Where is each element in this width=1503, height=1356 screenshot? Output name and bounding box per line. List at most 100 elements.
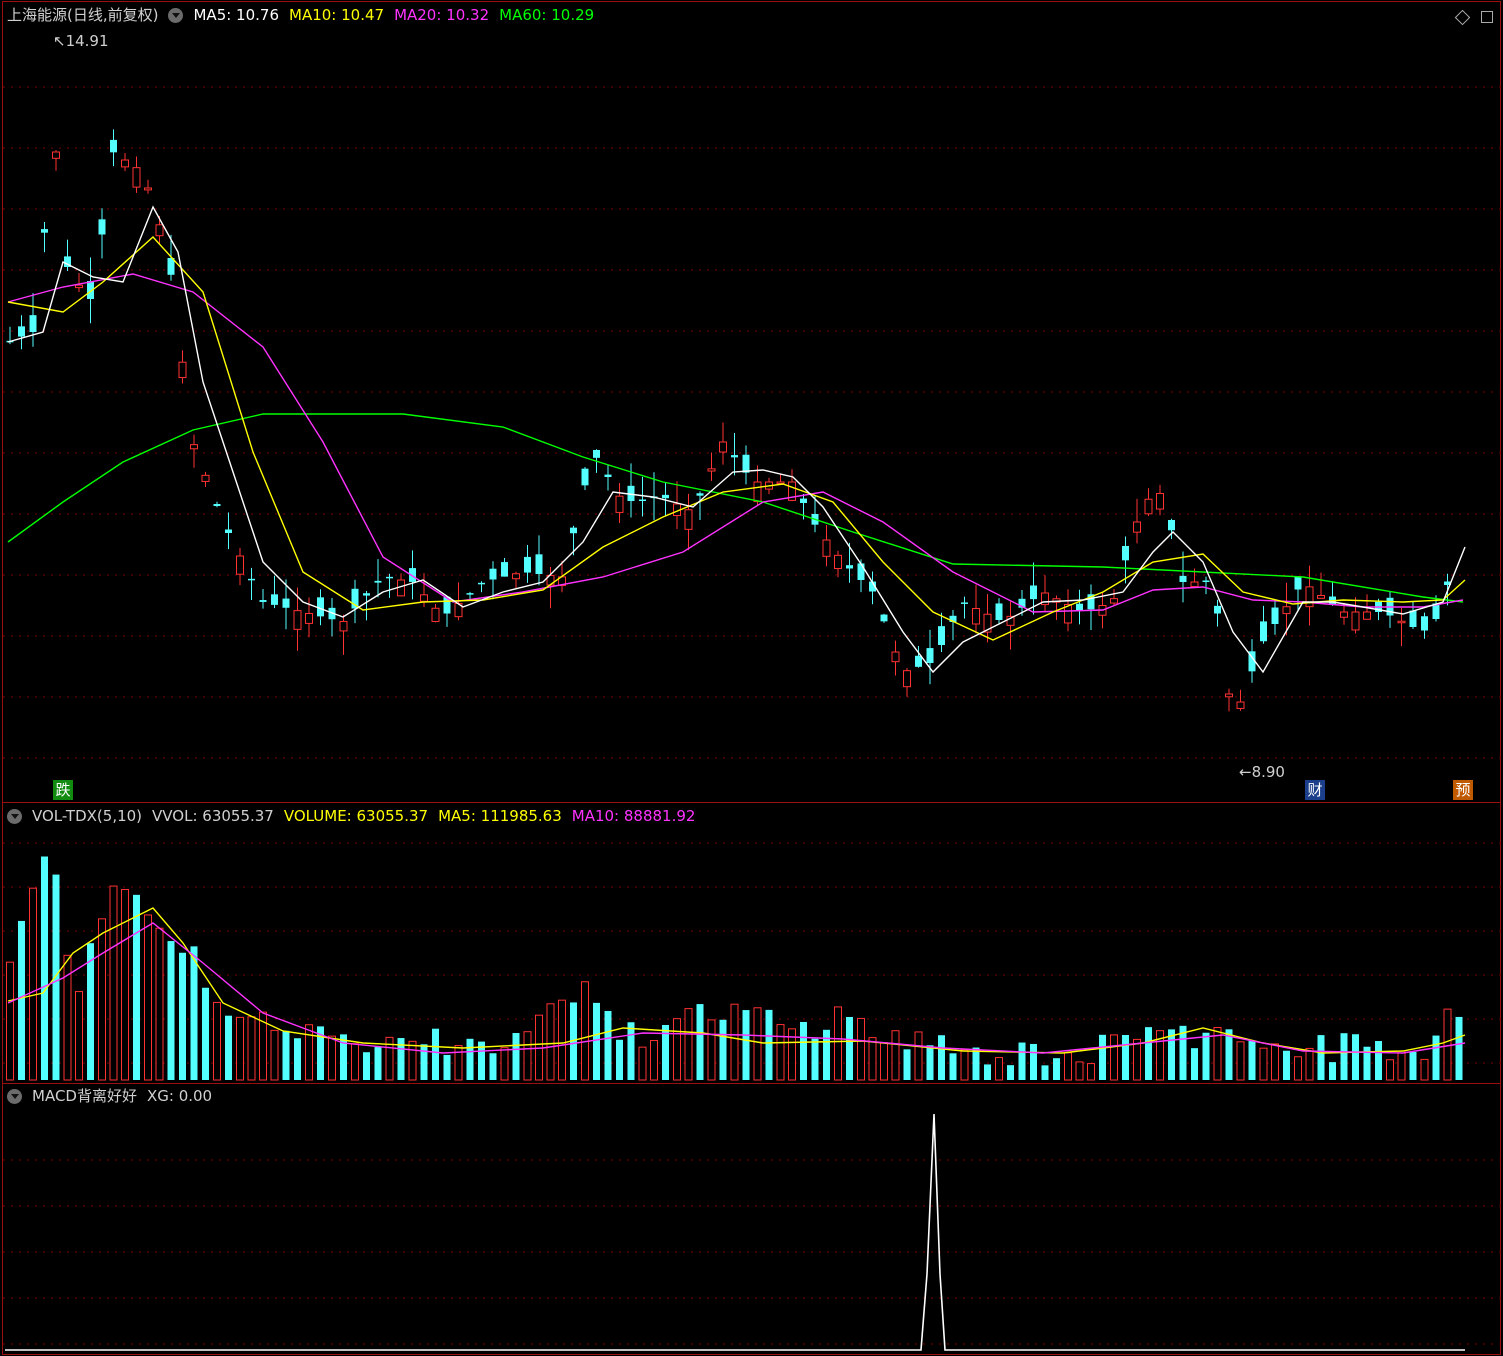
volume-bar bbox=[305, 1024, 313, 1081]
volume-bar bbox=[558, 999, 566, 1081]
indicator-menu-icon[interactable] bbox=[168, 7, 184, 23]
candle-body bbox=[662, 494, 669, 499]
candle-body bbox=[259, 600, 267, 602]
candle-body bbox=[742, 454, 750, 473]
candle-body bbox=[615, 495, 624, 513]
candle-body bbox=[420, 594, 428, 602]
candle-body bbox=[593, 449, 600, 458]
candle-body bbox=[1260, 621, 1267, 642]
volume-bar bbox=[1248, 1040, 1256, 1080]
macd-panel[interactable]: MACD背离好好 XG: 0.00 bbox=[2, 1083, 1502, 1355]
volume-bar bbox=[800, 1021, 807, 1080]
volume-bar bbox=[1145, 1027, 1152, 1080]
candle-body bbox=[363, 593, 370, 596]
candlestick-chart[interactable] bbox=[3, 2, 1502, 802]
volume-menu-icon[interactable] bbox=[7, 808, 22, 824]
maximize-icon[interactable] bbox=[1481, 11, 1493, 23]
candle-body bbox=[155, 224, 164, 237]
volume-bar bbox=[489, 1053, 497, 1080]
candle-body bbox=[1236, 701, 1245, 709]
candle-body bbox=[857, 563, 865, 580]
volume-bar bbox=[1443, 1008, 1452, 1081]
volume-bar bbox=[6, 961, 14, 1081]
candle-body bbox=[696, 493, 704, 496]
volume-bar bbox=[581, 981, 589, 1081]
volume-bar bbox=[1007, 1065, 1014, 1080]
volume-bar bbox=[144, 914, 152, 1081]
candle-body bbox=[684, 509, 693, 530]
volume-bar bbox=[179, 952, 186, 1080]
volume-bar bbox=[834, 1006, 842, 1081]
candle-body bbox=[535, 554, 543, 574]
macd-menu-icon[interactable] bbox=[7, 1088, 22, 1104]
candle-body bbox=[1214, 605, 1221, 614]
forecast-badge[interactable]: 预 bbox=[1453, 780, 1473, 800]
volume-bar bbox=[121, 889, 129, 1081]
volume-bar bbox=[1099, 1034, 1106, 1080]
volume-panel[interactable]: VOL-TDX(5,10) VVOL: 63055.37 VOLUME: 630… bbox=[2, 802, 1502, 1084]
volume-bar bbox=[546, 1003, 555, 1081]
candle-body bbox=[18, 326, 25, 337]
volume-chart[interactable] bbox=[3, 803, 1502, 1083]
ma5-line bbox=[7, 205, 1466, 674]
candle-body bbox=[489, 568, 497, 580]
vol-indicator-name: VOL-TDX(5,10) bbox=[32, 807, 143, 825]
volume-bar bbox=[1191, 1048, 1198, 1080]
candle-body bbox=[1144, 498, 1153, 515]
macd-header: MACD背离好好 XG: 0.00 bbox=[7, 1088, 212, 1104]
volume-bar bbox=[880, 1042, 888, 1081]
volume-bar bbox=[972, 1047, 980, 1080]
volume-bar bbox=[684, 1008, 693, 1081]
ma60-line bbox=[7, 413, 1464, 603]
volume-bar bbox=[247, 1016, 256, 1081]
volume-bar bbox=[846, 1016, 853, 1080]
volume-bar bbox=[1271, 1043, 1279, 1081]
ma5-label: MA5: 10.76 bbox=[193, 6, 279, 24]
ma10-line bbox=[7, 236, 1466, 641]
volume-bar bbox=[351, 1043, 359, 1081]
volume-bar bbox=[340, 1034, 347, 1080]
volume-bar bbox=[673, 1018, 681, 1081]
candle-body bbox=[719, 441, 727, 453]
candle-body bbox=[1225, 693, 1233, 698]
volume-bar bbox=[753, 1007, 762, 1081]
volume-bar bbox=[742, 1010, 750, 1080]
volume-bar bbox=[1294, 1056, 1302, 1081]
volume-bar bbox=[707, 1019, 716, 1081]
fall-badge[interactable]: 跌 bbox=[53, 780, 73, 800]
candle-body bbox=[75, 284, 83, 289]
volume-bar bbox=[109, 885, 118, 1081]
volume-bar bbox=[1397, 1050, 1406, 1081]
volume-bar bbox=[190, 946, 198, 1080]
candle-body bbox=[639, 499, 646, 502]
candle-body bbox=[293, 610, 302, 630]
candle-body bbox=[1156, 493, 1164, 510]
candle-body bbox=[225, 529, 232, 533]
candle-body bbox=[524, 556, 531, 573]
volume-bar bbox=[938, 1035, 945, 1080]
volume-bar bbox=[363, 1052, 370, 1080]
candle-body bbox=[190, 444, 198, 450]
candle-body bbox=[1317, 595, 1325, 599]
candle-body bbox=[386, 576, 393, 579]
macd-indicator-name: MACD背离好好 bbox=[32, 1087, 137, 1105]
candle-body bbox=[431, 607, 440, 622]
candle-body bbox=[178, 361, 187, 379]
candle-body bbox=[915, 655, 922, 667]
stock-title: 上海能源(日线,前复权) bbox=[7, 6, 159, 24]
candle-body bbox=[132, 167, 141, 188]
candle-body bbox=[1409, 610, 1417, 627]
candle-body bbox=[1076, 603, 1083, 611]
volume-bar bbox=[1133, 1038, 1141, 1081]
volume-bar bbox=[926, 1045, 934, 1080]
finance-badge[interactable]: 财 bbox=[1305, 780, 1325, 800]
candle-body bbox=[972, 608, 980, 625]
price-panel[interactable]: 上海能源(日线,前复权) MA5: 10.76 MA10: 10.47 MA20… bbox=[2, 1, 1502, 803]
candle-body bbox=[961, 602, 968, 604]
candle-body bbox=[201, 474, 210, 482]
macd-signal-chart[interactable] bbox=[3, 1084, 1502, 1354]
volume-bar bbox=[443, 1054, 451, 1080]
candle-body bbox=[1397, 620, 1406, 624]
volume-bar bbox=[512, 1033, 520, 1080]
xg-label: XG: 0.00 bbox=[146, 1087, 213, 1105]
